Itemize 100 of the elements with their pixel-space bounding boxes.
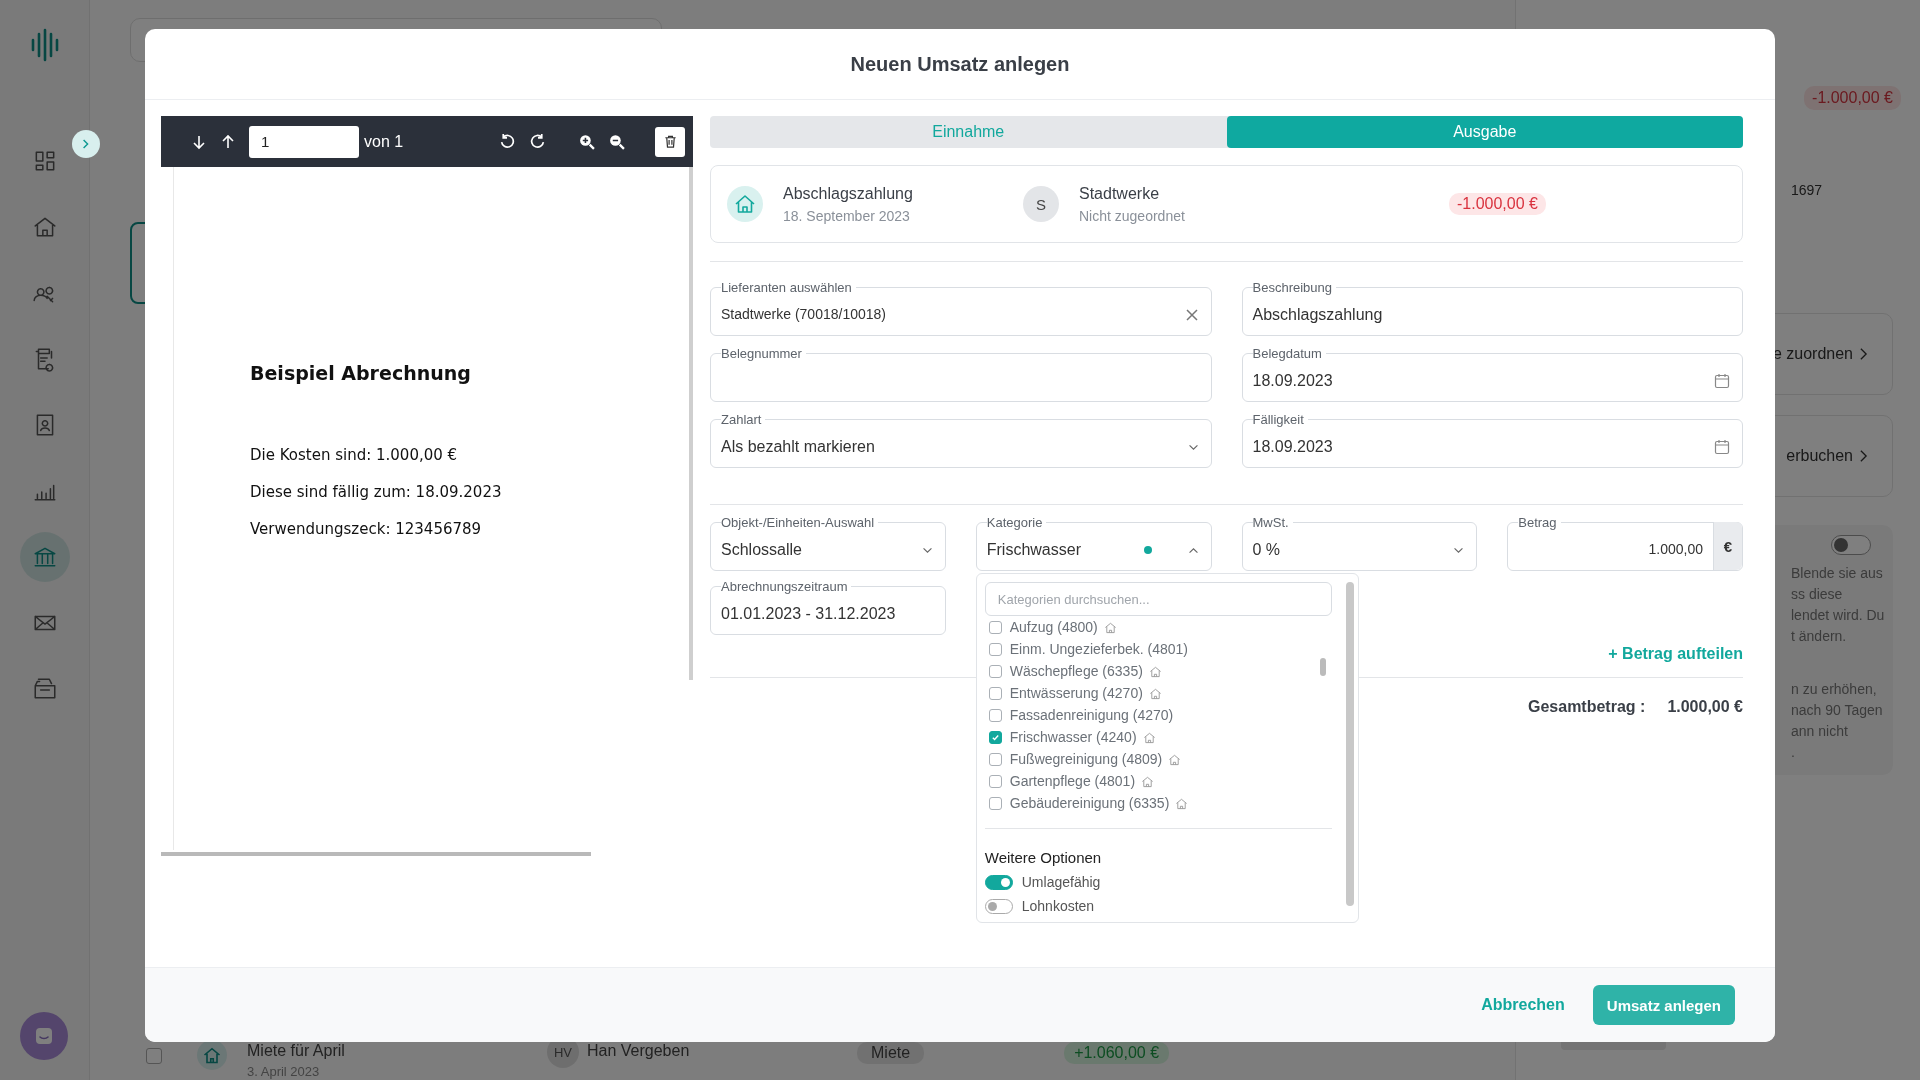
checkbox[interactable] [988, 664, 1002, 678]
logo-icon [29, 28, 60, 62]
category-option[interactable]: Wäschepflege (6335) [1009, 663, 1143, 679]
field-label: Beschreibung [1252, 280, 1333, 295]
checkbox[interactable] [988, 730, 1002, 744]
field-label: Abrechnungszeitraum [721, 579, 849, 594]
checkmark-icon [990, 732, 1000, 742]
select-field[interactable]: Kategorie Frischwasser [975, 515, 1212, 571]
checkbox[interactable] [988, 774, 1002, 788]
field-label: Belegdatum [1252, 346, 1323, 361]
chat-button[interactable] [20, 1012, 68, 1060]
arrow-down-icon[interactable] [191, 133, 207, 150]
category-option[interactable]: Fassadenreinigung (4270) [1009, 707, 1174, 723]
reference-number: 1697 [1791, 182, 1824, 198]
amount-badge: -1.000,00 € [1449, 193, 1546, 215]
input-field[interactable]: Abrechnungszeitraum 01.01.2023 - 31.12.2023 [710, 579, 946, 635]
scrollbar[interactable] [1345, 582, 1354, 906]
chevron-right-icon [1859, 449, 1868, 463]
checkbox[interactable] [988, 796, 1002, 810]
transaction-title: Abschlagszahlung [783, 184, 914, 203]
scrollbar[interactable] [689, 167, 693, 680]
input-field[interactable]: Lieferanten auswählen Stadtwerke (70018/10018) [710, 280, 1212, 336]
chevron-right-icon [1859, 347, 1868, 361]
select-field[interactable]: Objekt-/Einheiten-Auswahl Schlossalle [710, 515, 946, 571]
category-option[interactable]: Gebäudereinigung (6335) [1009, 795, 1170, 811]
checkbox[interactable] [988, 642, 1002, 656]
date-field[interactable]: Fälligkeit 18.09.2023 [1241, 412, 1743, 468]
amount-badge: +1.060,00 € [1064, 1042, 1170, 1064]
arrow-up-icon[interactable] [220, 133, 236, 150]
date-field[interactable]: Belegdatum 18.09.2023 [1241, 346, 1743, 402]
person-name: Han Vergeben [587, 1042, 691, 1060]
document-text: Diese sind fällig zum: 18.09.2023 [250, 483, 503, 501]
tab[interactable]: Ausgabe [1226, 116, 1743, 148]
search-field[interactable]: Kategorien durchsuchen... [984, 582, 1332, 616]
section-title: Weitere Optionen [984, 849, 1103, 866]
document-text: Die Kosten sind: 1.000,00 € [250, 446, 459, 464]
trash-icon [662, 134, 678, 149]
field-label: Belegnummer [721, 346, 803, 361]
info-text: Blende sie aus ss diese lendet wird. Du t ändern. [1791, 564, 1886, 646]
field-label: Zahlart [721, 412, 763, 427]
home-icon [727, 186, 763, 222]
dialog-title: Neuen Umsatz anlegen [850, 52, 1070, 76]
amount-field[interactable]: Betrag 1.000,00 € [1507, 515, 1743, 571]
rotate-left-icon[interactable] [499, 133, 517, 150]
calendar-icon[interactable] [1714, 439, 1730, 455]
partner-name: Stadtwerke [1079, 184, 1161, 203]
category-option[interactable]: Fußwegreinigung (4809) [1009, 751, 1163, 767]
nav-button[interactable] [19, 532, 70, 582]
page-count: von 1 [364, 132, 404, 151]
chevron-right-icon [82, 138, 90, 150]
scrollbar[interactable] [161, 852, 591, 856]
checkbox[interactable] [988, 752, 1002, 766]
toggle-label: Lohnkosten [1021, 898, 1095, 914]
field-label: Kategorie [986, 515, 1044, 530]
input-field[interactable]: Belegnummer [710, 346, 1212, 402]
field-label: MwSt. [1252, 515, 1290, 530]
total-value: 1.000,00 € [1667, 698, 1743, 716]
category-option[interactable]: Entwässerung (4270) [1009, 685, 1143, 701]
checkbox[interactable] [988, 708, 1002, 722]
zoom-in-icon[interactable] [578, 133, 596, 150]
delete-button[interactable] [655, 126, 685, 157]
toggle-switch[interactable] [1831, 535, 1871, 555]
field-label: Objekt-/Einheiten-Auswahl [721, 515, 876, 530]
category-option[interactable]: Aufzug (4800) [1009, 619, 1098, 635]
category-tag: Miete [857, 1042, 925, 1064]
toggle-switch[interactable] [984, 898, 1013, 914]
checkbox[interactable] [146, 1048, 162, 1064]
document-title: Beispiel Abrechnung [250, 362, 472, 384]
transaction-title: Miete für April [247, 1042, 346, 1060]
field-label: Lieferanten auswählen [721, 280, 853, 295]
total-label: Gesamtbetrag : [1528, 698, 1646, 716]
rotate-right-icon[interactable] [529, 133, 547, 150]
split-amount-link[interactable]: + Betrag aufteilen [1608, 645, 1743, 663]
scrollbar[interactable] [1319, 658, 1326, 676]
close-icon[interactable] [1184, 308, 1199, 322]
document-text: Verwendungszeck: 123456789 [250, 520, 483, 538]
zoom-out-icon[interactable] [608, 133, 626, 150]
input-field[interactable]: Beschreibung Abschlagszahlung [1241, 280, 1743, 336]
category-option[interactable]: Gartenpflege (4801) [1009, 773, 1136, 789]
avatar: S [1023, 186, 1059, 222]
cancel-button[interactable]: Abbrechen [1475, 995, 1571, 1015]
checkbox[interactable] [988, 686, 1002, 700]
calendar-icon[interactable] [1714, 373, 1730, 389]
status-dot-icon [1143, 546, 1152, 554]
field-label: Fälligkeit [1252, 412, 1305, 427]
home-icon [197, 1040, 227, 1070]
transaction-date: 18. September 2023 [783, 207, 911, 224]
chevron-down-icon [1187, 443, 1199, 451]
toggle-switch[interactable] [984, 874, 1013, 890]
checkbox[interactable] [988, 620, 1002, 634]
chevron-down-icon [1453, 546, 1465, 554]
partner-status: Nicht zugeordnet [1079, 207, 1186, 224]
category-option[interactable]: Frischwasser (4240) [1009, 729, 1137, 745]
transaction-date: 3. April 2023 [247, 1064, 321, 1079]
category-option[interactable]: Einm. Ungezieferbek. (4801) [1009, 641, 1188, 657]
page-field[interactable]: 1 [249, 125, 359, 158]
select-field[interactable]: MwSt. 0 % [1241, 515, 1478, 571]
chevron-down-icon [921, 546, 933, 554]
select-field[interactable]: Zahlart Als bezahlt markieren [710, 412, 1212, 468]
chevron-icon [1187, 546, 1199, 554]
